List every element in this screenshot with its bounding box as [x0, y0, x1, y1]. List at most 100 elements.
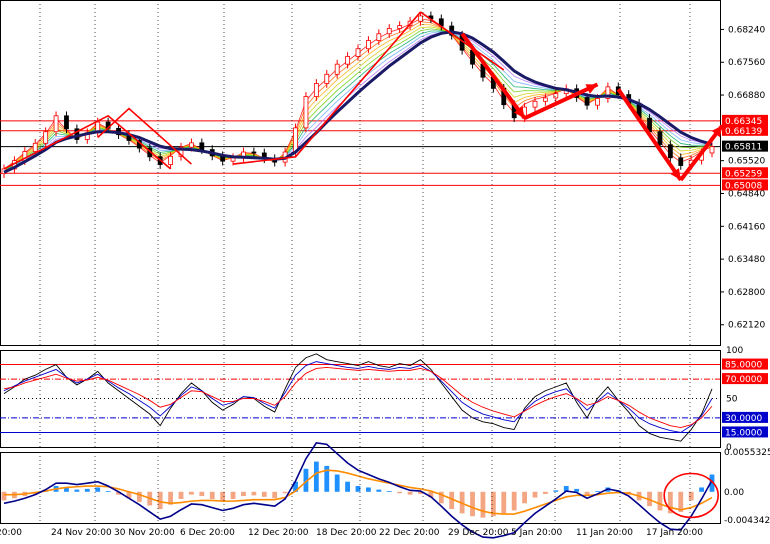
- macd-histogram-bar[interactable]: [251, 492, 256, 496]
- candle-body[interactable]: [356, 49, 360, 57]
- candle-body[interactable]: [668, 145, 672, 158]
- chart-canvas[interactable]: 0.682400.675600.668800.655200.648400.641…: [0, 0, 770, 540]
- macd-panel[interactable]: 0.00553250.00-0.0043426: [1, 443, 770, 538]
- candle-body[interactable]: [325, 74, 329, 83]
- macd-histogram-bar[interactable]: [137, 492, 142, 502]
- time-label: 17 Jan 20:00: [646, 528, 703, 538]
- oscillator-level-badge-label: 70.0000: [725, 375, 762, 385]
- macd-histogram-bar[interactable]: [574, 489, 579, 492]
- candle-body[interactable]: [335, 64, 339, 74]
- candle-body[interactable]: [252, 152, 256, 153]
- candle-body[interactable]: [366, 41, 370, 49]
- price-axis-label: 0.63480: [728, 255, 765, 265]
- price-panel[interactable]: 0.682400.675600.668800.655200.648400.641…: [0, 1, 768, 346]
- macd-histogram-bar[interactable]: [199, 492, 204, 496]
- candle-body[interactable]: [398, 26, 402, 29]
- price-level-badge-label: 0.65811: [725, 143, 762, 153]
- macd-histogram-bar[interactable]: [533, 492, 538, 498]
- macd-histogram-bar[interactable]: [366, 487, 371, 491]
- time-label: 29 Dec 20:00: [448, 528, 509, 538]
- macd-histogram-bar[interactable]: [376, 490, 381, 492]
- macd-histogram-bar[interactable]: [335, 475, 340, 492]
- macd-histogram-bar[interactable]: [408, 492, 413, 495]
- time-label: 11 Jan 20:00: [576, 528, 633, 538]
- candle-body[interactable]: [304, 97, 308, 128]
- time-label: 22 Dec 20:00: [379, 528, 440, 538]
- macd-histogram-bar[interactable]: [387, 491, 392, 492]
- candle-body[interactable]: [44, 132, 48, 144]
- macd-histogram-bar[interactable]: [481, 492, 486, 518]
- macd-histogram-bar[interactable]: [85, 489, 90, 492]
- candle-body[interactable]: [189, 143, 193, 147]
- candle-body[interactable]: [710, 147, 714, 153]
- macd-panel-frame: [1, 453, 721, 524]
- trading-chart-window: 0.682400.675600.668800.655200.648400.641…: [0, 0, 770, 540]
- macd-histogram-bar[interactable]: [658, 492, 663, 511]
- candle-body[interactable]: [679, 158, 683, 166]
- macd-histogram-bar[interactable]: [283, 492, 288, 493]
- macd-histogram-bar[interactable]: [74, 490, 79, 492]
- candle-body[interactable]: [54, 116, 58, 132]
- oscillator-axis-label: 50: [726, 395, 738, 405]
- candle-body[interactable]: [533, 101, 537, 107]
- macd-histogram-bar[interactable]: [231, 492, 236, 499]
- candle-body[interactable]: [64, 116, 68, 129]
- candle-body[interactable]: [33, 143, 37, 151]
- time-label: 24 Nov 20:00: [51, 528, 112, 538]
- time-label: 20:00: [0, 528, 22, 538]
- macd-axis-label: -0.0043426: [724, 516, 770, 526]
- macd-histogram-bar[interactable]: [345, 482, 350, 492]
- macd-histogram-bar[interactable]: [179, 492, 184, 499]
- macd-histogram-bar[interactable]: [699, 487, 704, 491]
- candle-body[interactable]: [585, 97, 589, 105]
- candle-body[interactable]: [554, 94, 558, 98]
- macd-histogram-bar[interactable]: [314, 462, 319, 492]
- price-axis-label: 0.65520: [728, 157, 765, 167]
- macd-histogram-bar[interactable]: [522, 492, 527, 504]
- macd-histogram-bar[interactable]: [397, 492, 402, 493]
- price-axis-label: 0.66880: [728, 91, 765, 101]
- macd-histogram-bar[interactable]: [553, 490, 558, 491]
- candle-body[interactable]: [346, 56, 350, 64]
- candle-body[interactable]: [294, 128, 298, 152]
- candle-body[interactable]: [169, 156, 173, 164]
- macd-histogram-bar[interactable]: [241, 492, 246, 496]
- macd-axis-label: 0.0055325: [724, 448, 770, 458]
- candle-body[interactable]: [418, 16, 422, 21]
- price-level-badge-label: 0.65008: [725, 181, 762, 191]
- macd-histogram-bar[interactable]: [95, 487, 100, 491]
- candle-body[interactable]: [658, 132, 662, 145]
- candle-body[interactable]: [595, 98, 599, 105]
- macd-histogram-bar[interactable]: [272, 492, 277, 498]
- candle-body[interactable]: [314, 83, 318, 96]
- macd-histogram-bar[interactable]: [158, 492, 163, 509]
- price-axis-label: 0.64160: [728, 222, 765, 232]
- macd-histogram-bar[interactable]: [262, 492, 267, 497]
- time-label: 6 Dec 20:00: [180, 528, 235, 538]
- macd-histogram-bar[interactable]: [210, 492, 215, 499]
- oscillator-panel[interactable]: 10050085.000070.000030.000015.0000: [0, 346, 768, 453]
- candle-body[interactable]: [200, 143, 204, 150]
- macd-histogram-bar[interactable]: [689, 492, 694, 501]
- macd-histogram-bar[interactable]: [501, 492, 506, 514]
- macd-histogram-bar[interactable]: [2, 492, 7, 501]
- macd-histogram-bar[interactable]: [585, 492, 590, 495]
- macd-histogram-bar[interactable]: [512, 492, 517, 511]
- macd-histogram-bar[interactable]: [595, 491, 600, 492]
- macd-histogram-bar[interactable]: [470, 492, 475, 516]
- price-axis-label: 0.68240: [728, 25, 765, 35]
- candle-body[interactable]: [377, 34, 381, 41]
- candle-body[interactable]: [543, 98, 547, 101]
- price-axis-label: 0.67560: [728, 58, 765, 68]
- oscillator-level-badge-label: 15.0000: [725, 428, 762, 438]
- oscillator-level-badge-label: 30.0000: [725, 414, 762, 424]
- candle-body[interactable]: [387, 28, 391, 33]
- macd-histogram-bar[interactable]: [106, 491, 111, 492]
- time-label: 5 Jan 20:00: [511, 528, 563, 538]
- time-label: 30 Nov 20:00: [114, 528, 175, 538]
- oscillator-level-badge-label: 85.0000: [725, 361, 762, 371]
- macd-histogram-bar[interactable]: [189, 492, 194, 495]
- price-axis-label: 0.62800: [728, 288, 765, 298]
- macd-histogram-bar[interactable]: [543, 492, 548, 494]
- price-level-badge-label: 0.65259: [725, 169, 762, 179]
